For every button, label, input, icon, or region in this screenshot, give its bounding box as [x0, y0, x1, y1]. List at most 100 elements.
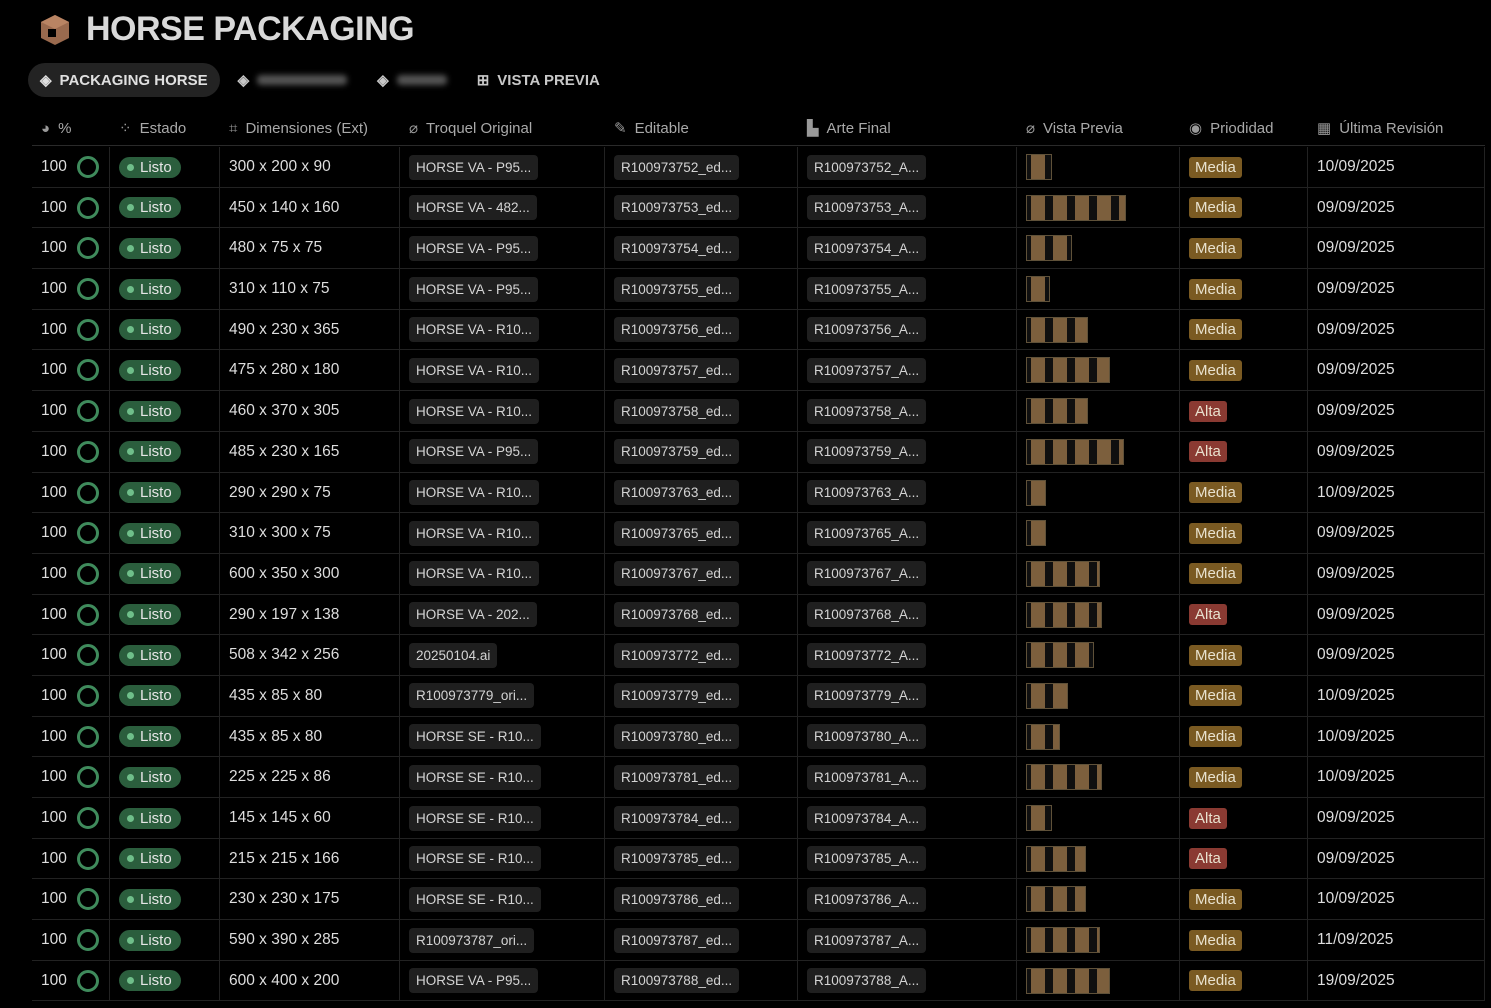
editable-cell[interactable]: R100973755_ed... [605, 269, 798, 310]
priority-cell[interactable]: Media [1180, 960, 1308, 1001]
editable-cell[interactable]: R100973753_ed... [605, 187, 798, 228]
preview-cell[interactable] [1017, 920, 1180, 961]
editable-cell[interactable]: R100973772_ed... [605, 635, 798, 676]
table-row[interactable]: 100 Listo 225 x 225 x 86 HORSE SE - R10... R… [32, 757, 1485, 798]
priority-cell[interactable]: Media [1180, 675, 1308, 716]
status-badge[interactable]: Listo [119, 278, 181, 300]
status-cell[interactable]: Listo [110, 309, 220, 350]
preview-thumbnail[interactable] [1026, 438, 1124, 465]
arte-final-file[interactable]: R100973786_A... [807, 886, 927, 912]
priority-badge[interactable]: Media [1189, 237, 1242, 259]
troquel-file[interactable]: HORSE VA - R10... [409, 520, 540, 546]
column-header[interactable]: ⌗ Dimensiones (Ext) [229, 110, 368, 146]
column-header[interactable]: ◉ Priodidad [1189, 110, 1273, 146]
preview-thumbnail[interactable] [1026, 967, 1110, 994]
priority-badge[interactable]: Media [1189, 359, 1242, 381]
arte-final-cell[interactable]: R100973779_A... [798, 675, 1017, 716]
priority-cell[interactable]: Media [1180, 513, 1308, 554]
editable-cell[interactable]: R100973786_ed... [605, 879, 798, 920]
preview-cell[interactable] [1017, 269, 1180, 310]
preview-thumbnail[interactable] [1026, 886, 1086, 913]
troquel-cell[interactable]: HORSE VA - R10... [400, 391, 605, 432]
arte-final-file[interactable]: R100973767_A... [807, 561, 927, 587]
table-row[interactable]: 100 Listo 230 x 230 x 175 HORSE SE - R10...… [32, 879, 1485, 921]
troquel-cell[interactable]: HORSE VA - 482... [400, 187, 605, 228]
status-badge[interactable]: Listo [119, 685, 181, 707]
status-cell[interactable]: Listo [110, 269, 220, 310]
priority-badge[interactable]: Alta [1189, 441, 1227, 463]
troquel-file[interactable]: HORSE VA - R10... [409, 398, 540, 424]
troquel-file[interactable]: R100973779_ori... [409, 683, 535, 709]
editable-file[interactable]: R100973767_ed... [614, 561, 740, 587]
table-row[interactable]: 100 Listo 290 x 290 x 75 HORSE VA - R10... R… [32, 472, 1485, 514]
editable-cell[interactable]: R100973788_ed... [605, 960, 798, 1001]
preview-cell[interactable] [1017, 879, 1180, 920]
status-cell[interactable]: Listo [110, 838, 220, 879]
arte-final-file[interactable]: R100973753_A... [807, 195, 927, 221]
troquel-file[interactable]: HORSE SE - R10... [409, 764, 541, 790]
status-badge[interactable]: Listo [119, 929, 181, 951]
arte-final-cell[interactable]: R100973781_A... [798, 757, 1017, 798]
troquel-cell[interactable]: HORSE VA - R10... [400, 472, 605, 513]
priority-badge[interactable]: Media [1189, 929, 1242, 951]
editable-cell[interactable]: R100973765_ed... [605, 513, 798, 554]
editable-file[interactable]: R100973763_ed... [614, 480, 740, 505]
preview-thumbnail[interactable] [1026, 357, 1110, 384]
status-badge[interactable]: Listo [119, 848, 181, 870]
preview-cell[interactable] [1017, 472, 1180, 513]
priority-cell[interactable]: Media [1180, 187, 1308, 228]
troquel-file[interactable]: HORSE SE - R10... [409, 724, 541, 750]
preview-cell[interactable] [1017, 838, 1180, 879]
preview-thumbnail[interactable] [1026, 194, 1126, 221]
priority-cell[interactable]: Alta [1180, 838, 1308, 879]
troquel-cell[interactable]: R100973787_ori... [400, 920, 605, 961]
priority-badge[interactable]: Alta [1189, 848, 1227, 870]
preview-cell[interactable] [1017, 757, 1180, 798]
status-cell[interactable]: Listo [110, 553, 220, 594]
troquel-file[interactable]: HORSE VA - R10... [409, 561, 540, 587]
status-badge[interactable]: Listo [119, 970, 181, 992]
priority-badge[interactable]: Alta [1189, 604, 1227, 626]
editable-cell[interactable]: R100973759_ed... [605, 431, 798, 472]
priority-cell[interactable]: Media [1180, 716, 1308, 757]
status-badge[interactable]: Listo [119, 644, 181, 666]
table-row[interactable]: 100 Listo 600 x 350 x 300 HORSE VA - R10...… [32, 553, 1485, 595]
troquel-cell[interactable]: HORSE VA - P95... [400, 147, 605, 187]
troquel-file[interactable]: HORSE VA - P95... [409, 439, 539, 465]
troquel-file[interactable]: HORSE VA - 202... [409, 602, 537, 628]
preview-thumbnail[interactable] [1026, 601, 1102, 628]
editable-cell[interactable]: R100973780_ed... [605, 716, 798, 757]
editable-file[interactable]: R100973756_ed... [614, 317, 740, 343]
editable-cell[interactable]: R100973784_ed... [605, 798, 798, 838]
priority-badge[interactable]: Media [1189, 970, 1242, 992]
troquel-cell[interactable]: HORSE VA - R10... [400, 309, 605, 350]
column-header[interactable]: ▦ Última Revisión [1317, 110, 1443, 146]
status-cell[interactable]: Listo [110, 757, 220, 798]
priority-cell[interactable]: Media [1180, 309, 1308, 350]
arte-final-file[interactable]: R100973787_A... [807, 927, 927, 953]
priority-cell[interactable]: Media [1180, 472, 1308, 513]
arte-final-cell[interactable]: R100973784_A... [798, 798, 1017, 838]
priority-cell[interactable]: Alta [1180, 594, 1308, 635]
troquel-file[interactable]: 20250104.ai [409, 642, 498, 668]
status-cell[interactable]: Listo [110, 472, 220, 513]
troquel-cell[interactable]: HORSE SE - R10... [400, 757, 605, 798]
priority-cell[interactable]: Media [1180, 228, 1308, 269]
status-badge[interactable]: Listo [119, 766, 181, 788]
troquel-cell[interactable]: HORSE VA - 202... [400, 594, 605, 635]
preview-cell[interactable] [1017, 187, 1180, 228]
arte-final-file[interactable]: R100973754_A... [807, 235, 927, 261]
status-cell[interactable]: Listo [110, 635, 220, 676]
status-badge[interactable]: Listo [119, 726, 181, 748]
preview-cell[interactable] [1017, 228, 1180, 269]
arte-final-cell[interactable]: R100973786_A... [798, 879, 1017, 920]
preview-thumbnail[interactable] [1026, 276, 1050, 303]
troquel-cell[interactable]: HORSE VA - R10... [400, 350, 605, 391]
preview-thumbnail[interactable] [1026, 805, 1052, 831]
status-cell[interactable]: Listo [110, 187, 220, 228]
editable-cell[interactable]: R100973785_ed... [605, 838, 798, 879]
priority-cell[interactable]: Media [1180, 147, 1308, 187]
priority-badge[interactable]: Alta [1189, 807, 1227, 829]
arte-final-file[interactable]: R100973758_A... [807, 398, 927, 424]
arte-final-cell[interactable]: R100973765_A... [798, 513, 1017, 554]
